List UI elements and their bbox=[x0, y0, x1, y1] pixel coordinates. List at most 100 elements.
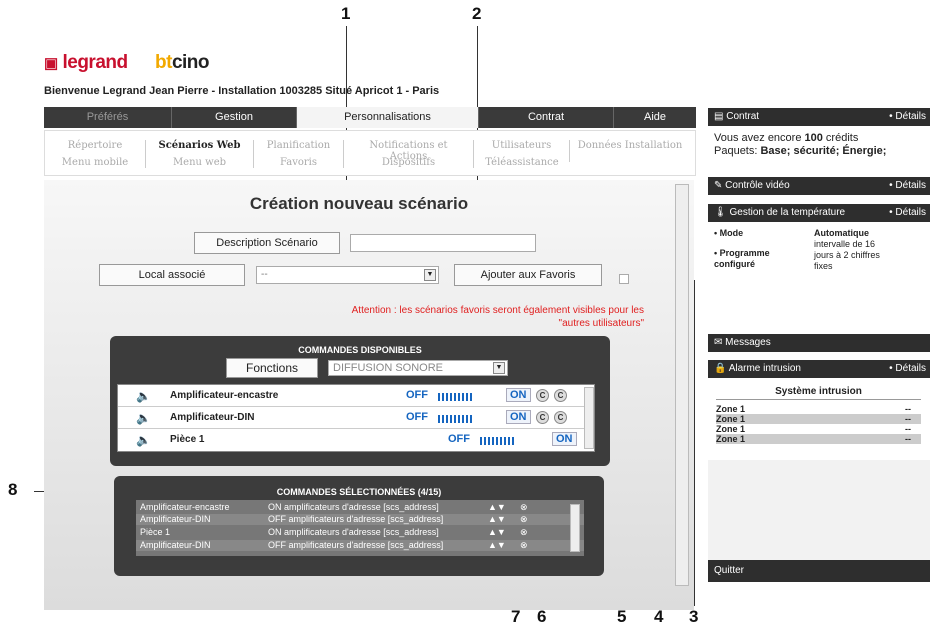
page-title: Création nouveau scénario bbox=[249, 194, 469, 213]
local-select[interactable]: -- ▼ bbox=[256, 266, 439, 284]
list-item[interactable]: Amplificateur-DIN OFF amplificateurs d'a… bbox=[136, 514, 584, 525]
refresh-icon[interactable]: C bbox=[554, 411, 567, 424]
callout-2: 2 bbox=[472, 4, 482, 23]
delete-icon[interactable]: ⊗ bbox=[520, 527, 528, 538]
right-sidebar: ▤ Contrat • Détails Vous avez encore 100 … bbox=[708, 108, 930, 608]
tab-gestion[interactable]: Gestion bbox=[172, 107, 297, 128]
local-associe-button[interactable]: Local associé bbox=[99, 264, 245, 286]
chevron-down-icon[interactable]: ▼ bbox=[424, 269, 436, 281]
temperature-header[interactable]: 🌡 Gestion de la température • Détails bbox=[708, 204, 930, 222]
add-favorites-button[interactable]: Ajouter aux Favoris bbox=[454, 264, 602, 286]
selected-commands-header: COMMANDES SÉLECTIONNÉES (4/15) bbox=[276, 487, 442, 497]
refresh-icon[interactable]: C bbox=[536, 411, 549, 424]
available-commands-list: 🔈 Amplificateur-encastre OFF ON C C 🔈 Am… bbox=[117, 384, 595, 452]
callout-4: 4 bbox=[654, 607, 664, 626]
device-name: Pièce 1 bbox=[170, 434, 205, 445]
reorder-arrows-icon[interactable]: ▲▼ bbox=[488, 502, 506, 513]
subnav-menu-mobile[interactable]: Menu mobile bbox=[45, 157, 146, 168]
on-button[interactable]: ON bbox=[552, 432, 577, 446]
list-item[interactable]: Amplificateur-encastre ON amplificateurs… bbox=[136, 502, 584, 513]
on-button[interactable]: ON bbox=[506, 388, 531, 402]
description-input[interactable] bbox=[350, 234, 536, 252]
favorites-checkbox[interactable] bbox=[619, 274, 629, 284]
callout-7: 7 bbox=[511, 607, 521, 626]
functions-select[interactable]: DIFFUSION SONORE ▼ bbox=[328, 360, 508, 376]
device-name: Amplificateur-DIN bbox=[170, 412, 255, 423]
alarme-details-link[interactable]: • Détails bbox=[889, 360, 926, 378]
temperature-details-link[interactable]: • Détails bbox=[889, 204, 926, 222]
legrand-logo: ▣ legrand bbox=[44, 52, 128, 73]
zone-row: Zone 1 -- bbox=[716, 434, 921, 444]
off-button[interactable]: OFF bbox=[406, 389, 428, 401]
volume-bars[interactable] bbox=[438, 393, 474, 401]
programme-label: • Programme configuré bbox=[714, 248, 770, 269]
description-button[interactable]: Description Scénario bbox=[194, 232, 340, 254]
subnav-teleassistance[interactable]: Téléassistance bbox=[474, 157, 570, 168]
volume-bars[interactable] bbox=[480, 437, 516, 445]
selected-command: OFF amplificateurs d'adresse [scs_addres… bbox=[268, 514, 444, 524]
main-scrollbar[interactable] bbox=[675, 184, 689, 586]
delete-icon[interactable]: ⊗ bbox=[520, 502, 528, 513]
zone-row: Zone 1 -- bbox=[716, 414, 921, 424]
tab-aide[interactable]: Aide bbox=[614, 107, 696, 128]
video-details-link[interactable]: • Détails bbox=[889, 177, 926, 195]
speaker-icon: 🔈 bbox=[136, 389, 151, 403]
delete-icon[interactable]: ⊗ bbox=[520, 540, 528, 551]
subnav-row2: Menu mobile Menu web Favoris Dispositifs… bbox=[45, 157, 570, 168]
reorder-arrows-icon[interactable]: ▲▼ bbox=[488, 514, 506, 525]
video-header[interactable]: ✎ Contrôle vidéo • Détails bbox=[708, 177, 930, 195]
device-name: Amplificateur-encastre bbox=[170, 390, 279, 401]
subnav-donnees-installation[interactable]: Données Installation bbox=[570, 140, 690, 162]
mode-label: • Mode bbox=[714, 228, 744, 238]
messages-title: Messages bbox=[725, 337, 771, 348]
callout-5: 5 bbox=[617, 607, 627, 626]
reorder-arrows-icon[interactable]: ▲▼ bbox=[488, 527, 506, 538]
callout-3: 3 bbox=[689, 607, 699, 626]
list-item[interactable]: Pièce 1 ON amplificateurs d'adresse [scs… bbox=[136, 527, 584, 538]
alarme-header[interactable]: 🔒 Alarme intrusion • Détails bbox=[708, 360, 930, 378]
scenario-editor: Création nouveau scénario Description Sc… bbox=[44, 180, 694, 610]
selected-device: Amplificateur-DIN bbox=[140, 514, 211, 524]
list-item[interactable]: 🔈 Pièce 1 OFF ON bbox=[118, 429, 594, 451]
available-scrollbar[interactable] bbox=[584, 387, 594, 449]
messages-header[interactable]: ✉ Messages bbox=[708, 334, 930, 352]
subnav-favoris[interactable]: Favoris bbox=[254, 157, 344, 168]
contrat-details-link[interactable]: • Détails bbox=[889, 108, 926, 126]
volume-bars[interactable] bbox=[438, 415, 474, 423]
callout-8: 8 bbox=[8, 480, 18, 499]
subnav-dispositifs[interactable]: Dispositifs bbox=[344, 157, 474, 168]
delete-icon[interactable]: ⊗ bbox=[520, 514, 528, 525]
temperature-body: • Mode Automatique • Programme configuré… bbox=[708, 226, 930, 316]
sidebar-spacer bbox=[708, 460, 930, 560]
temperature-title: Gestion de la température bbox=[729, 207, 846, 218]
tab-preferes[interactable]: Préférés bbox=[44, 107, 172, 128]
quit-button[interactable]: Quitter bbox=[708, 560, 930, 582]
alarme-title: Alarme intrusion bbox=[728, 363, 801, 374]
local-select-value: -- bbox=[261, 269, 268, 280]
off-button[interactable]: OFF bbox=[406, 411, 428, 423]
refresh-icon[interactable]: C bbox=[536, 389, 549, 402]
system-intrusion-label: Système intrusion bbox=[716, 386, 921, 400]
subnav-menu-web[interactable]: Menu web bbox=[146, 157, 254, 168]
selected-command: ON amplificateurs d'adresse [scs_address… bbox=[268, 527, 439, 537]
video-title: Contrôle vidéo bbox=[725, 180, 790, 191]
list-item[interactable]: 🔈 Amplificateur-encastre OFF ON C C bbox=[118, 385, 594, 407]
selected-device: Amplificateur-encastre bbox=[140, 502, 230, 512]
contrat-header[interactable]: ▤ Contrat • Détails bbox=[708, 108, 930, 126]
tab-personnalisations[interactable]: Personnalisations bbox=[297, 107, 479, 128]
selected-command: OFF amplificateurs d'adresse [scs_addres… bbox=[268, 540, 444, 550]
chevron-down-icon[interactable]: ▼ bbox=[493, 362, 505, 374]
list-item[interactable]: Amplificateur-DIN OFF amplificateurs d'a… bbox=[136, 540, 584, 551]
main-tabbar: Préférés Gestion Personnalisations Contr… bbox=[44, 107, 696, 128]
off-button[interactable]: OFF bbox=[448, 433, 470, 445]
selected-device: Amplificateur-DIN bbox=[140, 540, 211, 550]
available-commands-header: COMMANDES DISPONIBLES bbox=[298, 345, 422, 355]
refresh-icon[interactable]: C bbox=[554, 389, 567, 402]
contrat-body: Vous avez encore 100 crédits Paquets: Ba… bbox=[708, 132, 930, 158]
tab-contrat[interactable]: Contrat bbox=[479, 107, 614, 128]
selected-scrollbar[interactable] bbox=[570, 504, 580, 552]
reorder-arrows-icon[interactable]: ▲▼ bbox=[488, 540, 506, 551]
mode-value: Automatique bbox=[814, 228, 869, 238]
on-button[interactable]: ON bbox=[506, 410, 531, 424]
list-item[interactable]: 🔈 Amplificateur-DIN OFF ON C C bbox=[118, 407, 594, 429]
